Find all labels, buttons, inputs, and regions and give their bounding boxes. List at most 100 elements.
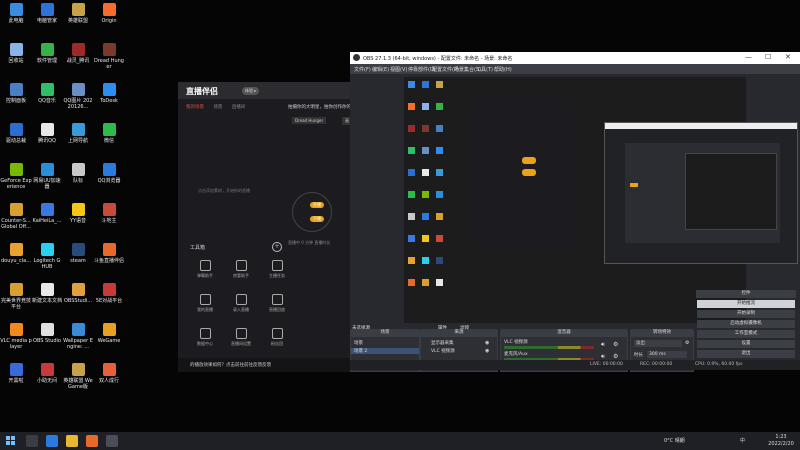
duration-input[interactable]: 300 ms [647, 351, 687, 358]
start-streaming-button[interactable]: 开始推流 [697, 300, 795, 308]
toolbox-item[interactable]: 弹幕助手 [190, 260, 220, 279]
tab-live-room[interactable]: 直播间 [232, 105, 246, 110]
desktop-icon[interactable]: 控制面板 [0, 83, 32, 104]
feedback-link[interactable]: 的播放效果如何？点击前往前往反馈反馈 [190, 362, 271, 368]
gear-icon[interactable]: ⚙︎ [613, 353, 618, 360]
taskbar-clock[interactable]: 1:23 2022/2/20 [764, 434, 798, 448]
eye-icon[interactable]: ◉ [485, 340, 489, 346]
desktop-icon[interactable]: QQ音乐 [31, 83, 63, 104]
desktop-icon[interactable]: steam [62, 243, 94, 264]
desktop-icon[interactable]: 回收站 [0, 43, 32, 64]
input-language[interactable]: 中 [740, 437, 745, 444]
desktop-icon[interactable]: OBSStudi... [62, 283, 94, 304]
gear-icon[interactable]: ⚙︎ [613, 341, 618, 348]
desktop-icon[interactable]: 英雄联盟 [62, 3, 94, 24]
minimize-button[interactable]: — [745, 53, 752, 61]
transition-select[interactable]: 淡出 [634, 340, 682, 347]
desktop-icon[interactable]: Counter-S... Global Off... [0, 203, 32, 230]
obs-menu-item[interactable]: 视图(V) [390, 66, 407, 73]
live-app-badge[interactable]: 体验 ▸ [242, 87, 260, 95]
obs-menu-item[interactable]: 编辑(E) [372, 66, 389, 73]
tab-my-scenes[interactable]: 我的场景 [186, 105, 204, 110]
toolbox-item[interactable]: 直播间设置 [226, 328, 256, 347]
desktop-icon[interactable]: 驱动总裁 [0, 123, 32, 144]
desktop-icon[interactable]: 上网导航 [62, 123, 94, 144]
settings-button[interactable]: 设置 [697, 340, 795, 348]
source-item[interactable]: VLC 视频源 [431, 348, 455, 354]
toolbox-item[interactable]: 房管助手 [226, 260, 256, 279]
search-icon[interactable] [26, 435, 38, 447]
start-recording-button[interactable]: 开始录制 [697, 310, 795, 318]
desktop-icon-label: Logitech G HUB [33, 258, 61, 270]
desktop-icon[interactable]: 此电脑 [0, 3, 32, 24]
preview-icon [436, 125, 443, 132]
obs-menu-item[interactable]: 帮助(H) [494, 66, 512, 73]
obs-icon[interactable] [106, 435, 118, 447]
file-explorer-icon[interactable] [66, 435, 78, 447]
obs-preview-canvas[interactable] [404, 77, 798, 323]
desktop-icon[interactable]: 战灵_腾讯 [62, 43, 94, 64]
obs-menu-item[interactable]: 工具(T) [476, 66, 493, 73]
desktop-icon[interactable]: 小助无间 [31, 363, 63, 384]
speaker-icon[interactable]: 🔊︎ [601, 341, 605, 349]
scene-chip[interactable]: Dread Hunger [292, 117, 327, 124]
qq-browser-icon[interactable] [46, 435, 58, 447]
desktop-icon[interactable]: douyu_cla... [0, 243, 32, 264]
desktop-icon[interactable]: 腾讯QQ [31, 123, 63, 144]
desktop-icon[interactable]: VLC media player [0, 323, 32, 350]
eye-icon[interactable]: ◉ [485, 348, 489, 354]
gear-icon[interactable]: ⚙︎ [685, 340, 689, 346]
exit-button[interactable]: 退出 [697, 350, 795, 358]
preview-icon [436, 147, 443, 154]
desktop-icon[interactable]: 双人成行 [93, 363, 125, 384]
desktop-icon[interactable]: YY语音 [62, 203, 94, 224]
desktop-icon[interactable]: Logitech G HUB [31, 243, 63, 270]
desktop-icon[interactable]: 开黑啦 [0, 363, 32, 384]
toolbox-item[interactable]: 我的直播 [190, 294, 220, 313]
stop-live-button[interactable]: 下播 [310, 216, 324, 222]
douyu-icon[interactable] [86, 435, 98, 447]
scene-item-selected[interactable]: 场景 2 [351, 348, 419, 354]
desktop-icon[interactable]: 斗地主 [93, 203, 125, 224]
replay-icon [271, 294, 283, 305]
desktop-icon[interactable]: 微信 [93, 123, 125, 144]
toolbox-item[interactable]: 数据中心 [190, 328, 220, 347]
obs-menu-item[interactable]: 文件(F) [354, 66, 371, 73]
desktop-icon[interactable]: QQ图片 20220126... [62, 83, 94, 110]
clock-date: 2022/2/20 [768, 441, 794, 447]
desktop-icon[interactable]: Dread Hunger [93, 43, 125, 70]
close-button[interactable]: ✕ [785, 53, 791, 61]
weather-text[interactable]: 0°C 晴朗 [664, 437, 685, 444]
desktop-icon[interactable]: 电脑管家 [31, 3, 63, 24]
source-item[interactable]: 显示器采集 [431, 340, 454, 346]
toolbox-item[interactable]: 录入直播 [226, 294, 256, 313]
desktop-icon[interactable]: 网易UU加速器 [31, 163, 63, 190]
tab-scenes[interactable]: 场景 [213, 105, 222, 110]
desktop-icon[interactable]: 完美世界竞技平台 [0, 283, 32, 310]
start-live-button[interactable]: 开播 [310, 202, 324, 208]
toolbox-item-label: 主播任务 [269, 273, 285, 278]
add-tool-icon[interactable]: + [272, 242, 282, 252]
desktop-icon[interactable]: ToDesk [93, 83, 125, 104]
app-icon [40, 203, 54, 216]
desktop-icon[interactable]: 斗鱼直播伴侣 [93, 243, 125, 264]
desktop-icon[interactable]: OBS Studio [31, 323, 63, 344]
desktop-icon[interactable]: KaiHeiLa_... [31, 203, 63, 224]
scene-item[interactable]: 场景 [354, 340, 363, 346]
desktop-icon[interactable]: GeForce Experience [0, 163, 32, 190]
desktop-icon[interactable]: 5E对战平台 [93, 283, 125, 304]
desktop-icon[interactable]: Wallpaper Engine: ... [62, 323, 94, 350]
desktop-icon[interactable]: 新建文本文档 [31, 283, 63, 304]
desktop-icon[interactable]: QQ浏览器 [93, 163, 125, 184]
maximize-button[interactable]: ☐ [765, 53, 771, 61]
desktop-icon[interactable]: 英雄联盟 WeGame版 [62, 363, 94, 390]
preview-icon [436, 81, 443, 88]
desktop-icon[interactable]: WeGame [93, 323, 125, 344]
desktop-icon[interactable]: 队标 [62, 163, 94, 184]
desktop-icon[interactable]: 软件管理 [31, 43, 63, 64]
studio-mode-button[interactable]: 工作室模式 [697, 330, 795, 338]
desktop-icon[interactable]: Origin [93, 3, 125, 24]
preview-icon [408, 279, 415, 286]
windows-start-icon[interactable] [6, 436, 16, 446]
start-virtual-camera-button[interactable]: 启动虚拟摄像机 [697, 320, 795, 328]
